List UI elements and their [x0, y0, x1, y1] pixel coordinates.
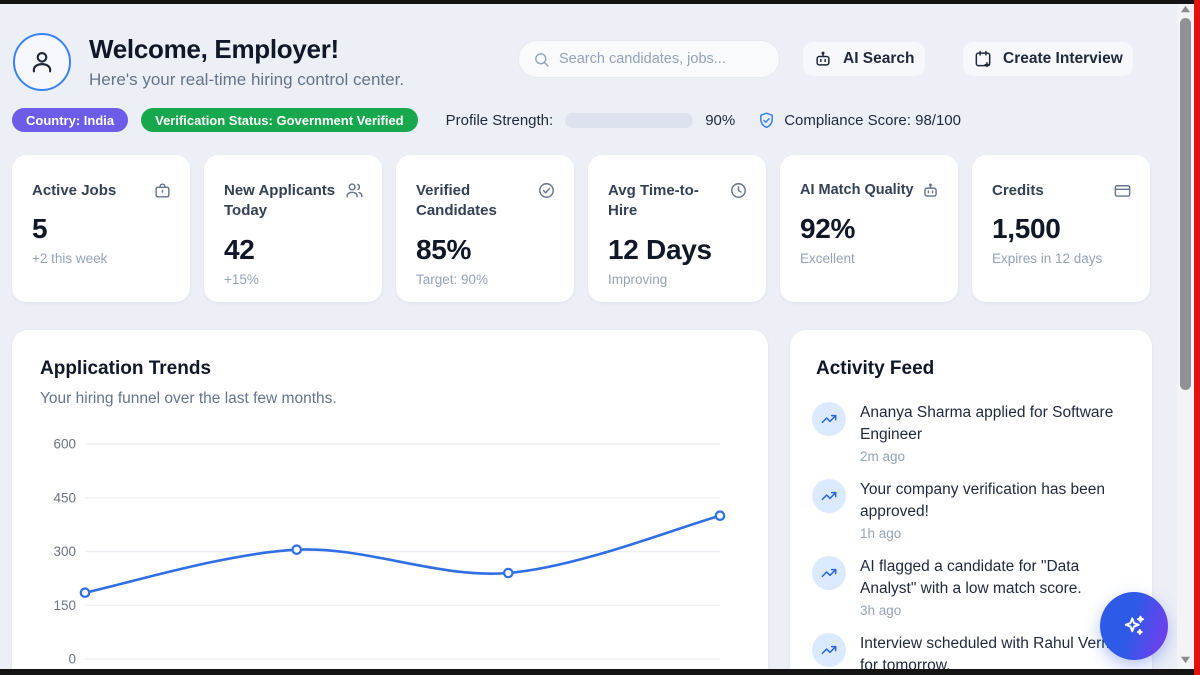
scrollbar-down-arrow[interactable] [1180, 654, 1191, 665]
feed-item: AI flagged a candidate for "Data Analyst… [812, 556, 1130, 618]
stat-card-credits: Credits 1,500 Expires in 12 days [972, 155, 1150, 302]
create-interview-label: Create Interview [1003, 50, 1123, 68]
stat-sub: +2 this week [32, 251, 170, 266]
stat-value: 1,500 [992, 213, 1130, 245]
profile-strength-bar [565, 113, 693, 128]
calendar-plus-icon [973, 49, 993, 69]
feed-item-time: 2m ago [860, 449, 1130, 464]
scrollbar-up-arrow[interactable] [1180, 4, 1191, 15]
stat-cards-row: Active Jobs 5 +2 this week New Applicant… [12, 155, 1150, 302]
users-icon [345, 181, 364, 200]
stat-sub: Target: 90% [416, 272, 554, 287]
profile-strength-value: 90% [705, 112, 735, 129]
application-trends-panel: Application Trends Your hiring funnel ov… [12, 330, 768, 675]
briefcase-icon [153, 181, 172, 200]
svg-text:300: 300 [53, 544, 76, 559]
chart-title: Application Trends [40, 358, 211, 380]
svg-text:0: 0 [68, 652, 76, 667]
chart-subtitle: Your hiring funnel over the last few mon… [40, 390, 337, 408]
create-interview-button[interactable]: Create Interview [963, 42, 1133, 76]
feed-item: Ananya Sharma applied for Software Engin… [812, 402, 1130, 464]
avatar[interactable] [13, 33, 71, 91]
screen-right-red-border [1194, 0, 1200, 675]
stat-value: 85% [416, 234, 554, 266]
stat-value: 92% [800, 213, 938, 245]
search-icon [533, 51, 550, 68]
stat-value: 12 Days [608, 234, 746, 266]
page-scrollbar [1177, 0, 1194, 675]
stat-title: Verified Candidates [416, 181, 530, 222]
ai-assistant-fab[interactable] [1100, 592, 1168, 660]
clock-icon [729, 181, 748, 200]
stat-value: 42 [224, 234, 362, 266]
credit-card-icon [1113, 181, 1132, 200]
stat-title: Avg Time-to-Hire [608, 181, 722, 222]
stat-card-active-jobs: Active Jobs 5 +2 this week [12, 155, 190, 302]
svg-text:600: 600 [53, 437, 76, 452]
svg-text:450: 450 [53, 490, 76, 505]
activity-feed-title: Activity Feed [816, 358, 934, 380]
screen-bottom-strip [0, 669, 1200, 675]
stat-title: Active Jobs [32, 181, 146, 201]
stat-title: New Applicants Today [224, 181, 338, 222]
verification-badge: Verification Status: Government Verified [141, 108, 418, 132]
country-badge: Country: India [12, 108, 128, 132]
stat-title: AI Match Quality [800, 181, 914, 201]
page-title: Welcome, Employer! [89, 34, 404, 65]
stat-sub: +15% [224, 272, 362, 287]
compliance-score: Compliance Score: 98/100 [784, 112, 961, 129]
stat-sub: Expires in 12 days [992, 251, 1130, 266]
feed-item-text: AI flagged a candidate for "Data Analyst… [860, 556, 1130, 600]
header: Welcome, Employer! Here's your real-time… [13, 33, 404, 91]
svg-text:150: 150 [53, 598, 76, 613]
stat-card-new-applicants: New Applicants Today 42 +15% [204, 155, 382, 302]
trending-up-icon [812, 402, 846, 436]
feed-item-time: 1h ago [860, 526, 1130, 541]
sparkles-icon [1120, 612, 1148, 640]
check-circle-icon [537, 181, 556, 200]
trending-up-icon [812, 479, 846, 513]
bot-icon [921, 181, 940, 200]
search-input[interactable] [559, 51, 765, 67]
trending-up-icon [812, 556, 846, 590]
profile-strength-label: Profile Strength: [446, 112, 554, 129]
search-bar[interactable] [518, 40, 780, 78]
stat-card-ai-match-quality: AI Match Quality 92% Excellent [780, 155, 958, 302]
stat-value: 5 [32, 213, 170, 245]
feed-item-time: 3h ago [860, 603, 1130, 618]
stat-sub: Improving [608, 272, 746, 287]
activity-feed-list: Ananya Sharma applied for Software Engin… [812, 402, 1130, 675]
shield-check-icon [757, 111, 776, 130]
stat-card-verified-candidates: Verified Candidates 85% Target: 90% [396, 155, 574, 302]
scrollbar-thumb[interactable] [1180, 18, 1191, 390]
stat-card-avg-time-to-hire: Avg Time-to-Hire 12 Days Improving [588, 155, 766, 302]
stat-title: Credits [992, 181, 1106, 201]
bot-icon [813, 49, 833, 69]
screen-top-strip [0, 0, 1200, 4]
stat-sub: Excellent [800, 251, 938, 266]
feed-item-text: Your company verification has been appro… [860, 479, 1130, 523]
user-icon [27, 47, 57, 77]
status-row: Country: India Verification Status: Gove… [12, 108, 961, 132]
page-subtitle: Here's your real-time hiring control cen… [89, 70, 404, 90]
ai-search-label: AI Search [843, 50, 915, 68]
trending-up-icon [812, 633, 846, 667]
activity-feed-panel: Activity Feed Ananya Sharma applied for … [790, 330, 1152, 675]
line-chart: 0 150 300 450 600 [40, 430, 740, 675]
feed-item-text: Ananya Sharma applied for Software Engin… [860, 402, 1130, 446]
ai-search-button[interactable]: AI Search [803, 42, 925, 76]
feed-item: Your company verification has been appro… [812, 479, 1130, 541]
